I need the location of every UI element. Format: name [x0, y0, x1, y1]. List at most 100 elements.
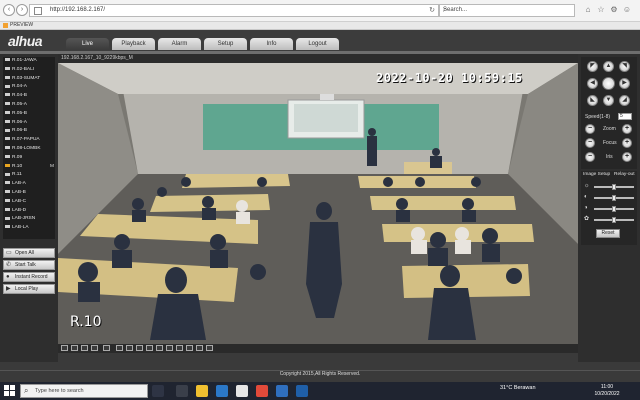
camera-item[interactable]: R.04-A [3, 83, 55, 92]
menu-tab-alarm[interactable]: Alarm [158, 38, 201, 50]
live-video[interactable]: 192.168.2.167_10_9229kbps_M 2022-10-20 1… [58, 54, 578, 344]
close-all-icon[interactable] [176, 345, 183, 351]
layout-16-icon[interactable] [91, 345, 98, 351]
zoom-in-button[interactable]: + [622, 124, 632, 134]
windows-start-icon[interactable] [4, 385, 16, 397]
camera-item[interactable]: R.06-A [3, 119, 55, 128]
fluency-icon[interactable] [196, 345, 203, 351]
menu-icon[interactable] [206, 345, 213, 351]
weather-status[interactable]: 31°C Berawan [500, 385, 536, 391]
task-view-icon[interactable] [152, 385, 164, 397]
forward-button[interactable]: › [16, 4, 28, 16]
contrast-slider[interactable]: ◐ [584, 194, 634, 201]
ptz-down-left-icon[interactable]: ◣ [587, 95, 598, 106]
menu-tab-playback[interactable]: Playback [112, 38, 155, 50]
start-talk-button[interactable]: ✆ Start Talk [3, 260, 55, 270]
tab-image-setup[interactable]: Image Setup [583, 172, 610, 177]
taskbar-search-box[interactable]: ⌕ Type here to search [20, 384, 148, 398]
iris-in-button[interactable]: + [622, 152, 632, 162]
focus-in-button[interactable]: + [622, 138, 632, 148]
saturation-track[interactable] [594, 206, 634, 212]
camera-item[interactable]: LAB-B [3, 189, 55, 198]
camera-item[interactable]: LAB-C [3, 198, 55, 207]
layout-9-icon[interactable] [81, 345, 88, 351]
hue-slider[interactable]: ✿ [584, 216, 634, 223]
browser-tab[interactable]: PREVIEW [0, 22, 640, 30]
search-icon[interactable]: ⌕ [443, 5, 571, 15]
saturation-slider[interactable]: ◑ [584, 205, 634, 212]
camera-item[interactable]: R.08-LOMBK [3, 145, 55, 154]
chrome-icon[interactable] [256, 385, 268, 397]
ie-icon[interactable] [296, 385, 308, 397]
contrast-track[interactable] [594, 195, 634, 201]
layout-4-icon[interactable] [71, 345, 78, 351]
ptz-down-right-icon[interactable]: ◢ [619, 95, 630, 106]
smiley-icon[interactable]: ☺ [621, 4, 633, 16]
file-explorer-icon[interactable] [196, 385, 208, 397]
store-icon[interactable] [236, 385, 248, 397]
close-video-icon[interactable] [166, 345, 173, 351]
gear-icon[interactable]: ⚙ [608, 4, 620, 16]
layout-1-icon[interactable] [61, 345, 68, 351]
camera-item[interactable]: R.06-B [3, 127, 55, 136]
camera-item[interactable]: R.11 [3, 171, 55, 180]
brightness-slider[interactable]: ☼ [584, 183, 634, 190]
focus-out-button[interactable]: − [585, 138, 595, 148]
camera-item[interactable]: R.10 M [3, 163, 55, 172]
taskbar-app-icon[interactable] [176, 385, 188, 397]
mail-icon[interactable] [276, 385, 288, 397]
zoom-out-button[interactable]: − [585, 124, 595, 134]
back-button[interactable]: ‹ [3, 4, 15, 16]
browser-search-box[interactable]: Search... ⌕ [439, 4, 575, 17]
brightness-track[interactable] [594, 184, 634, 190]
speed-select[interactable]: 5 [618, 113, 632, 120]
hue-track[interactable] [594, 217, 634, 223]
record-icon[interactable] [126, 345, 133, 351]
audio-icon[interactable] [146, 345, 153, 351]
camera-list[interactable]: R.01-JAWA R.02-BALI R.03-SUMAT R.04-A R.04-B… [3, 57, 55, 239]
camera-item[interactable]: R.07-PAPUA [3, 136, 55, 145]
camera-item[interactable]: LAB-D [3, 207, 55, 216]
ratio-icon[interactable] [186, 345, 193, 351]
camera-item[interactable]: R.02-BALI [3, 66, 55, 75]
local-play-button[interactable]: ▶ Local Play [3, 284, 55, 294]
snapshot-icon[interactable] [116, 345, 123, 351]
camera-item[interactable]: R.04-B [3, 92, 55, 101]
instant-record-button[interactable]: ● Instant Record [3, 272, 55, 282]
camera-item[interactable]: LAB-A [3, 180, 55, 189]
menu-tab-setup[interactable]: Setup [204, 38, 247, 50]
camera-item[interactable]: LAB-LA [3, 224, 55, 233]
ptz-up-right-icon[interactable]: ◥ [619, 61, 630, 72]
ptz-up-left-icon[interactable]: ◤ [587, 61, 598, 72]
camera-item[interactable]: R.03-SUMAT [3, 75, 55, 84]
stream-icon[interactable] [156, 345, 163, 351]
camera-item[interactable]: LAB-JRSN [3, 215, 55, 224]
ptz-left-icon[interactable]: ◀ [587, 78, 598, 89]
refresh-icon[interactable]: ↻ [429, 6, 435, 14]
ptz-down-icon[interactable]: ▼ [603, 95, 614, 106]
zoom-icon[interactable] [136, 345, 143, 351]
star-icon[interactable]: ☆ [595, 4, 607, 16]
home-icon[interactable]: ⌂ [582, 4, 594, 16]
fullscreen-icon[interactable] [103, 345, 110, 351]
address-bar[interactable]: http://192.168.2.167/ ↻ [29, 4, 439, 17]
iris-out-button[interactable]: − [585, 152, 595, 162]
brightness-thumb[interactable] [612, 184, 616, 190]
camera-item[interactable]: R.05-A [3, 101, 55, 110]
menu-tab-info[interactable]: Info [250, 38, 293, 50]
camera-item[interactable]: R.01-JAWA [3, 57, 55, 66]
saturation-thumb[interactable] [612, 206, 616, 212]
menu-tab-live[interactable]: Live [66, 38, 109, 50]
open-all-button[interactable]: ▭ Open All [3, 248, 55, 258]
hue-thumb[interactable] [612, 217, 616, 223]
contrast-thumb[interactable] [612, 195, 616, 201]
tab-relay-out[interactable]: Relay-out [614, 172, 635, 177]
edge-icon[interactable] [216, 385, 228, 397]
ptz-center-icon[interactable] [602, 77, 615, 90]
camera-item[interactable]: R.09 [3, 154, 55, 163]
ptz-right-icon[interactable]: ▶ [619, 78, 630, 89]
reset-button[interactable]: Reset [596, 229, 620, 238]
menu-tab-logout[interactable]: Logout [296, 38, 339, 50]
system-clock[interactable]: 11:00 10/20/2022 [592, 384, 622, 398]
camera-item[interactable]: R.05-B [3, 110, 55, 119]
